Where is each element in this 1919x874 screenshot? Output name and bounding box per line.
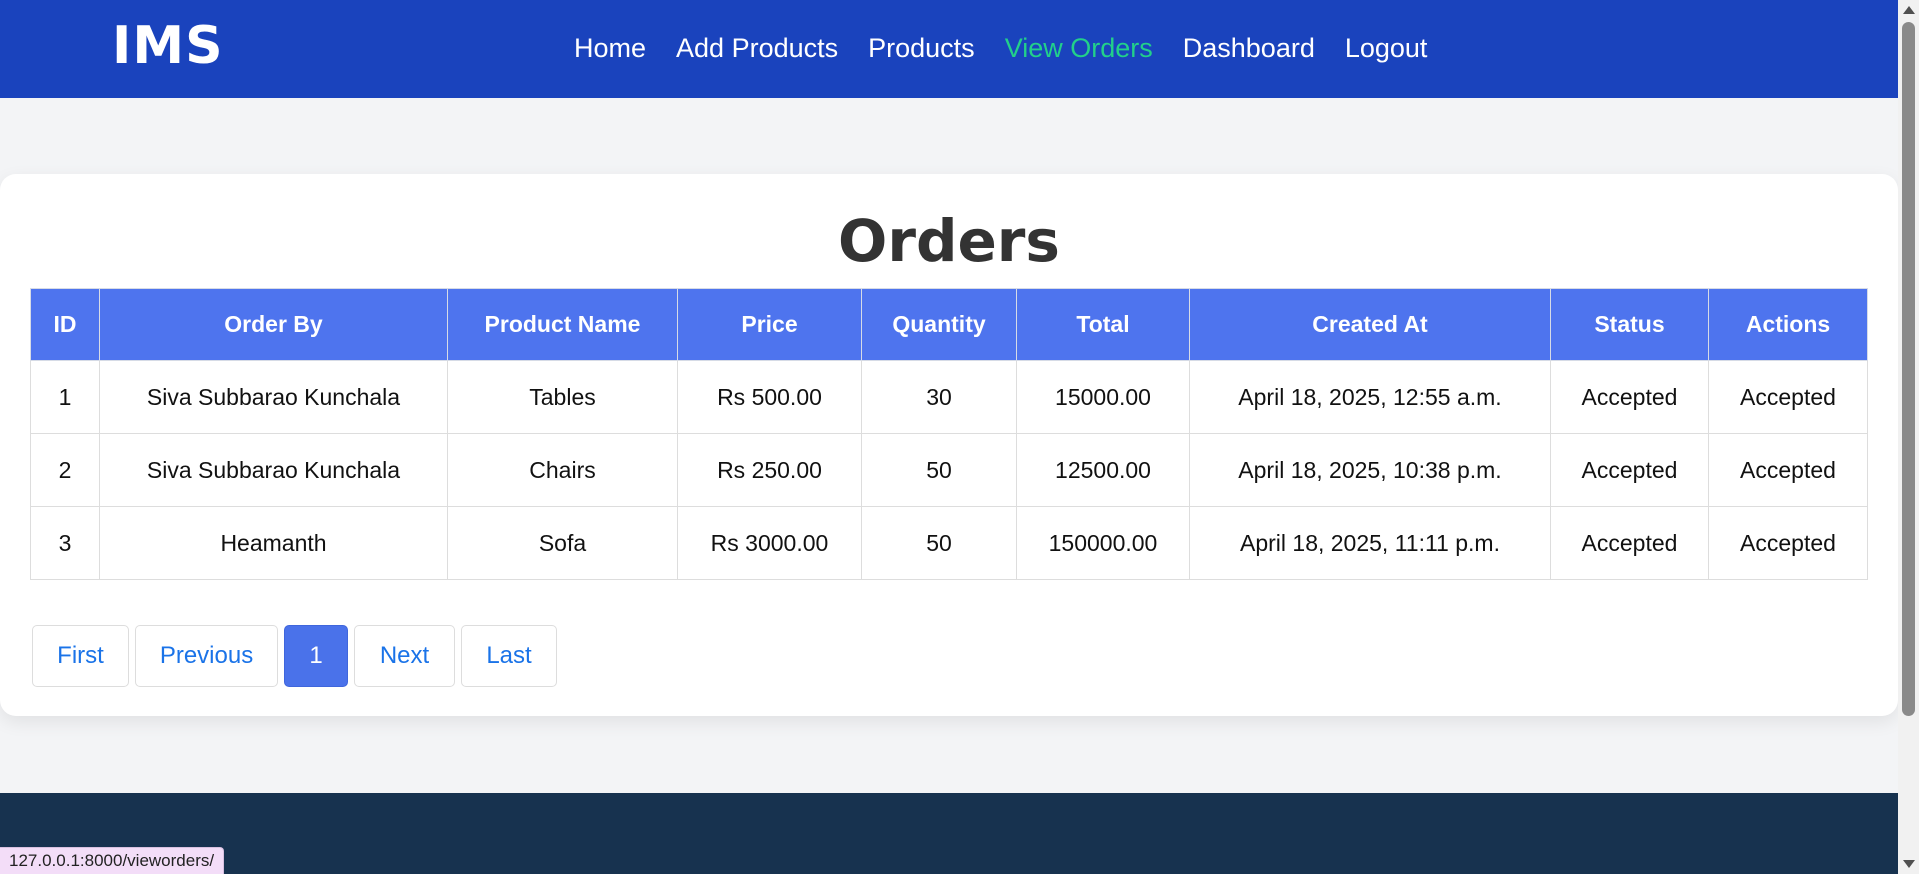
pagination-previous-button[interactable]: Previous xyxy=(135,625,278,687)
cell-price: Rs 250.00 xyxy=(677,433,862,507)
column-header-order-by: Order By xyxy=(99,288,448,361)
column-header-id: ID xyxy=(30,288,100,361)
status-bar-url: 127.0.0.1:8000/vieworders/ xyxy=(0,847,225,874)
footer xyxy=(0,793,1898,874)
cell-status: Accepted xyxy=(1550,360,1709,434)
cell-product-name: Chairs xyxy=(447,433,678,507)
cell-created-at: April 18, 2025, 12:55 a.m. xyxy=(1189,360,1551,434)
column-header-actions: Actions xyxy=(1708,288,1868,361)
pagination-first-button[interactable]: First xyxy=(32,625,129,687)
scroll-down-arrow-icon[interactable] xyxy=(1903,860,1915,868)
scrollbar-thumb[interactable] xyxy=(1902,22,1915,716)
cell-actions: Accepted xyxy=(1708,360,1868,434)
cell-product-name: Tables xyxy=(447,360,678,434)
cell-quantity: 30 xyxy=(861,360,1017,434)
orders-card: Orders ID Order By Product Name Price Qu… xyxy=(0,174,1898,716)
scroll-up-arrow-icon[interactable] xyxy=(1903,6,1915,14)
vertical-scrollbar[interactable] xyxy=(1898,0,1919,874)
cell-order-by: Siva Subbarao Kunchala xyxy=(99,433,448,507)
cell-actions: Accepted xyxy=(1708,433,1868,507)
column-header-created-at: Created At xyxy=(1189,288,1551,361)
nav-link-logout[interactable]: Logout xyxy=(1345,28,1428,68)
page-title: Orders xyxy=(838,207,1060,275)
cell-created-at: April 18, 2025, 10:38 p.m. xyxy=(1189,433,1551,507)
site-logo[interactable]: IMS xyxy=(112,14,224,78)
column-header-product-name: Product Name xyxy=(447,288,678,361)
table-header-row: ID Order By Product Name Price Quantity … xyxy=(30,288,1868,361)
pagination-current-page[interactable]: 1 xyxy=(284,625,348,687)
nav-links: Home Add Products Products View Orders D… xyxy=(574,28,1427,68)
column-header-status: Status xyxy=(1550,288,1709,361)
cell-id: 2 xyxy=(30,433,100,507)
cell-id: 1 xyxy=(30,360,100,434)
nav-link-add-products[interactable]: Add Products xyxy=(676,28,838,68)
column-header-price: Price xyxy=(677,288,862,361)
column-header-total: Total xyxy=(1016,288,1190,361)
cell-order-by: Heamanth xyxy=(99,506,448,580)
cell-product-name: Sofa xyxy=(447,506,678,580)
nav-link-view-orders[interactable]: View Orders xyxy=(1005,28,1153,68)
pagination-next-button[interactable]: Next xyxy=(354,625,455,687)
pagination-last-button[interactable]: Last xyxy=(461,625,557,687)
nav-link-products[interactable]: Products xyxy=(868,28,975,68)
nav-link-home[interactable]: Home xyxy=(574,28,646,68)
cell-order-by: Siva Subbarao Kunchala xyxy=(99,360,448,434)
cell-quantity: 50 xyxy=(861,433,1017,507)
cell-total: 12500.00 xyxy=(1016,433,1190,507)
cell-price: Rs 3000.00 xyxy=(677,506,862,580)
orders-table: ID Order By Product Name Price Quantity … xyxy=(30,288,1868,580)
cell-status: Accepted xyxy=(1550,506,1709,580)
cell-quantity: 50 xyxy=(861,506,1017,580)
cell-created-at: April 18, 2025, 11:11 p.m. xyxy=(1189,506,1551,580)
nav-link-dashboard[interactable]: Dashboard xyxy=(1183,28,1315,68)
pagination: First Previous 1 Next Last xyxy=(32,625,557,687)
cell-actions: Accepted xyxy=(1708,506,1868,580)
cell-id: 3 xyxy=(30,506,100,580)
cell-status: Accepted xyxy=(1550,433,1709,507)
cell-price: Rs 500.00 xyxy=(677,360,862,434)
table-row: 2 Siva Subbarao Kunchala Chairs Rs 250.0… xyxy=(30,433,1868,507)
column-header-quantity: Quantity xyxy=(861,288,1017,361)
cell-total: 15000.00 xyxy=(1016,360,1190,434)
cell-total: 150000.00 xyxy=(1016,506,1190,580)
table-row: 1 Siva Subbarao Kunchala Tables Rs 500.0… xyxy=(30,360,1868,434)
table-row: 3 Heamanth Sofa Rs 3000.00 50 150000.00 … xyxy=(30,506,1868,580)
navbar: IMS Home Add Products Products View Orde… xyxy=(0,0,1898,98)
